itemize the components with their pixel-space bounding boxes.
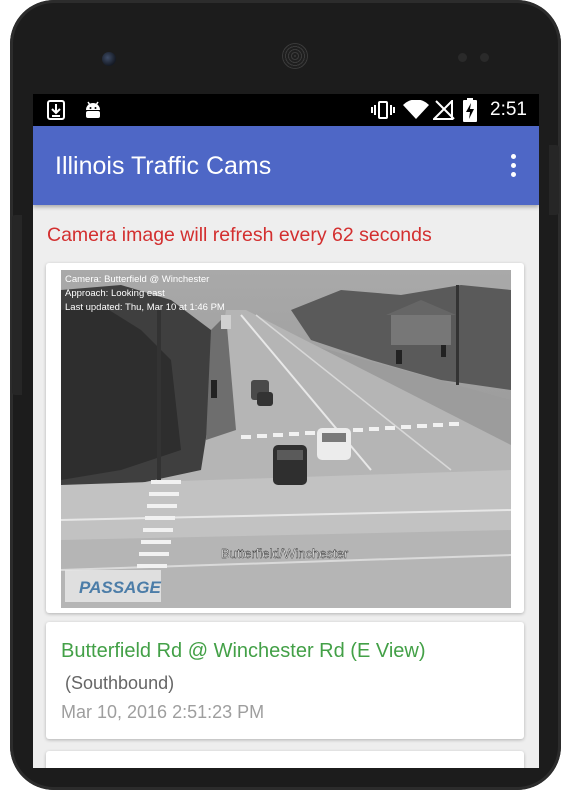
camera-image-card[interactable]: Camera: Butterfield @ Winchester Approac… [46, 263, 524, 613]
vibrate-icon [371, 101, 395, 119]
app-bar: Illinois Traffic Cams [33, 126, 539, 205]
refresh-notice: Camera image will refresh every 62 secon… [47, 224, 432, 246]
camera-info-card[interactable]: Butterfield Rd @ Winchester Rd (E View) … [46, 622, 524, 739]
overlay-street-label: Butterfield/Winchester [221, 546, 349, 561]
camera-image-render: Camera: Butterfield @ Winchester Approac… [61, 270, 511, 608]
status-bar: 2:51 [33, 94, 539, 126]
overlay-camera-line: Camera: Butterfield @ Winchester [65, 274, 209, 285]
camera-direction: (Southbound) [65, 673, 175, 693]
signal-icon [433, 100, 455, 120]
overlay-approach-line: Approach: Looking east [65, 288, 165, 299]
light-sensor [480, 53, 489, 62]
camera-image[interactable]: Camera: Butterfield @ Winchester Approac… [61, 270, 511, 608]
camera-timestamp: Mar 10, 2016 2:51:23 PM [61, 702, 265, 722]
status-time: 2:51 [490, 99, 527, 120]
download-icon [47, 100, 65, 120]
power-button [549, 145, 559, 215]
battery-charging-icon [463, 98, 477, 122]
earpiece-speaker [282, 43, 308, 69]
front-camera [102, 52, 116, 66]
camera-name[interactable]: Butterfield Rd @ Winchester Rd (E View) [61, 640, 426, 663]
next-card-partial [46, 751, 524, 768]
wifi-icon [403, 100, 429, 119]
android-icon [86, 101, 100, 118]
app-title: Illinois Traffic Cams [55, 152, 272, 180]
overflow-menu-button[interactable] [503, 150, 523, 182]
screen: 2:51 Illinois Traffic Cams Camera image … [33, 94, 539, 768]
overlay-updated-line: Last updated: Thu, Mar 10 at 1:46 PM [65, 302, 225, 313]
passage-watermark: PASSAGE [79, 578, 162, 597]
proximity-sensor [458, 53, 467, 62]
volume-button [12, 215, 22, 395]
overflow-menu-icon [511, 154, 516, 159]
